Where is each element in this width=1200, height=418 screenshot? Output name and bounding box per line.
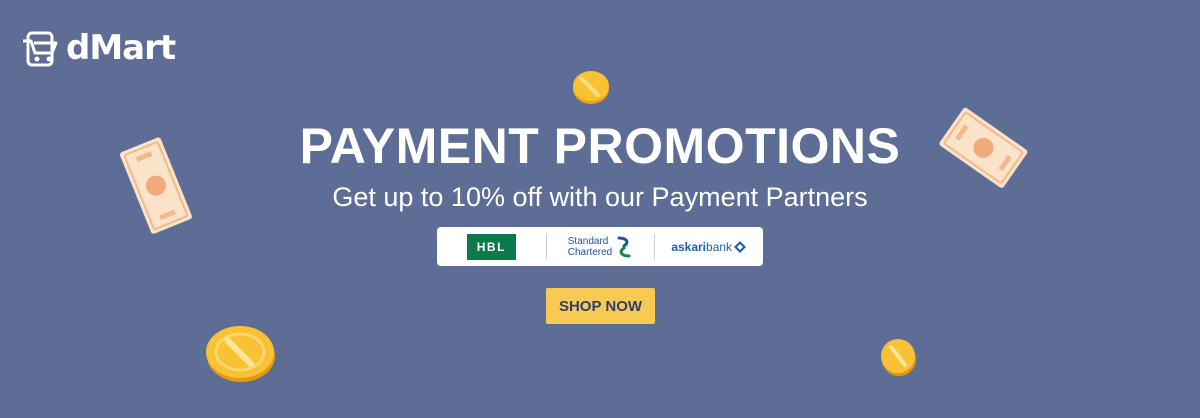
askari-bank-icon [734,240,747,253]
promo-banner[interactable]: dMart PAYMENT PROMOTIONS Get up to 10% o… [0,0,1200,418]
askari-part1: askari [671,239,707,254]
standard-chartered-line2: Chartered [567,246,613,258]
askari-part2: bank [706,239,733,254]
dmart-logo[interactable]: dMart [22,26,176,70]
page-title: PAYMENT PROMOTIONS [299,118,901,174]
promo-subtitle: Get up to 10% off with our Payment Partn… [332,182,868,212]
standard-chartered-logo: Standard Chartered [568,236,632,258]
coin-icon [206,326,275,382]
hbl-logo: HBL [466,233,516,260]
shop-now-button[interactable]: SHOP NOW [546,288,655,324]
coin-icon [573,71,609,104]
payment-partners-strip: HBL Standard Chartered askaribank [437,227,763,266]
partner-askari-bank[interactable]: askaribank [654,227,763,266]
standard-chartered-line1: Standard [567,235,609,247]
standard-chartered-icon [617,236,631,257]
partner-hbl[interactable]: HBL [437,227,546,266]
brand-name: dMart [66,28,176,68]
askari-bank-wordmark: askaribank [671,240,732,254]
askari-bank-logo: askaribank [671,240,747,254]
standard-chartered-wordmark: Standard Chartered [568,236,612,258]
partner-standard-chartered[interactable]: Standard Chartered [545,227,655,266]
cart-icon [23,31,58,67]
coin-icon [881,339,916,376]
